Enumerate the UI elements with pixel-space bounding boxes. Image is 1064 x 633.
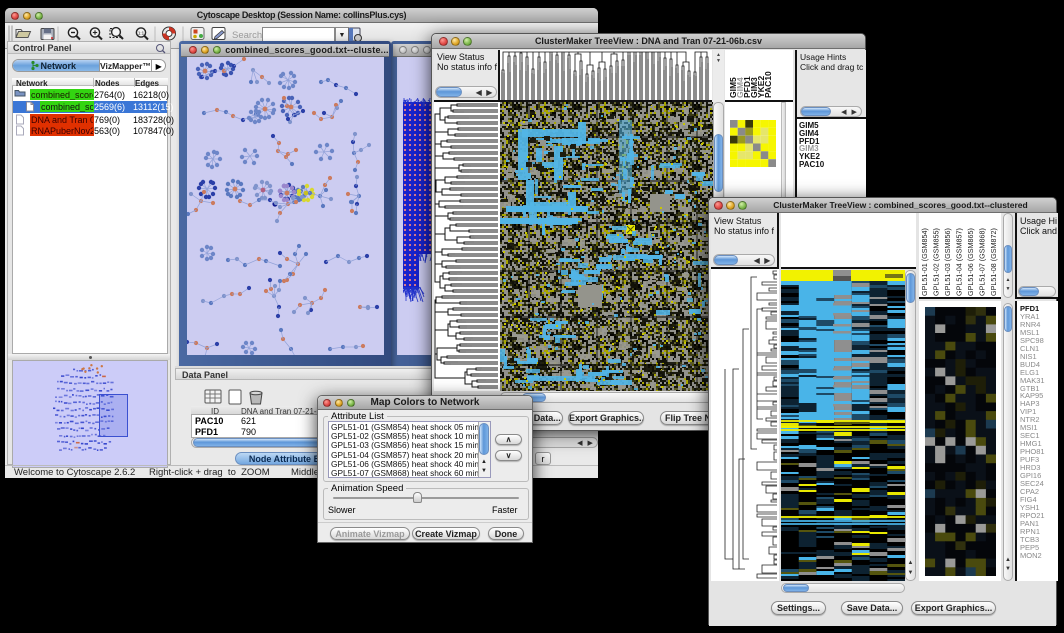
svg-text:PAC10: PAC10 [763, 71, 773, 98]
svg-text:GPL51-06 (GSM865): GPL51-06 (GSM865) [966, 228, 975, 296]
svg-text:GPL51-08 (GSM872): GPL51-08 (GSM872) [989, 228, 998, 296]
svg-text:GPL51-01 (GSM854): GPL51-01 (GSM854) [920, 228, 929, 296]
svg-text:GPL51-07 (GSM868): GPL51-07 (GSM868) [978, 228, 987, 296]
svg-text:GPL51-02 (GSM855): GPL51-02 (GSM855) [932, 228, 941, 296]
svg-text:GPL51-03 (GSM856): GPL51-03 (GSM856) [943, 228, 952, 296]
svg-text:GPL51-04 (GSM857): GPL51-04 (GSM857) [955, 228, 964, 296]
svg-text:1:1: 1:1 [138, 31, 145, 36]
